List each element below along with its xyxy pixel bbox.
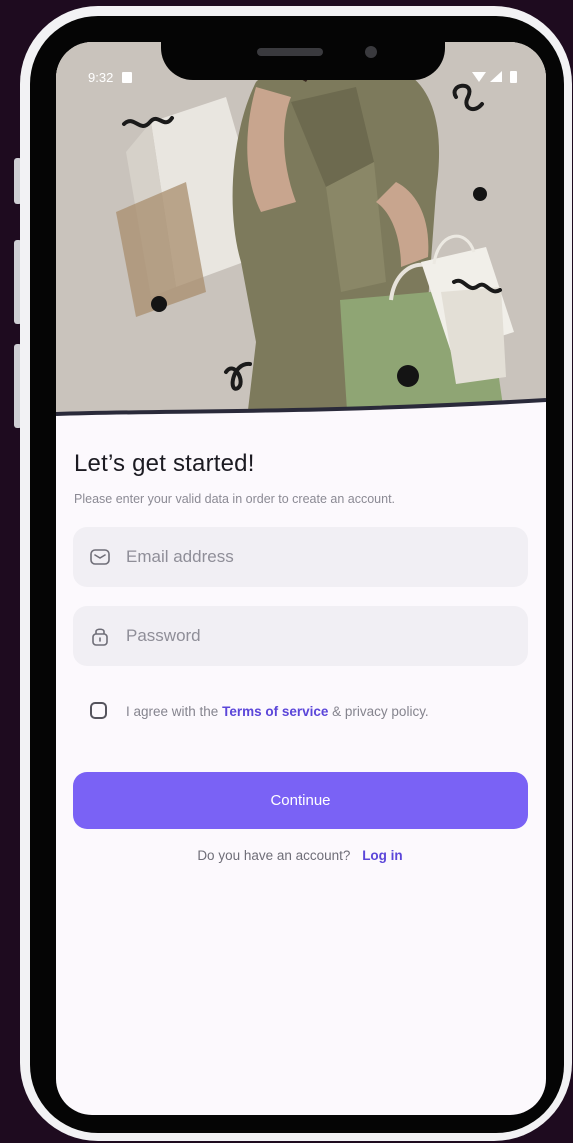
login-prompt-row: Do you have an account? Log in — [0, 848, 573, 863]
sd-card-icon — [122, 72, 132, 83]
password-placeholder: Password — [126, 626, 201, 645]
terms-checkbox[interactable] — [90, 702, 107, 719]
page-title: Let’s get started! — [74, 450, 255, 477]
terms-of-service-link[interactable]: Terms of service — [222, 704, 328, 719]
terms-suffix: & privacy policy. — [332, 704, 429, 719]
battery-icon — [510, 71, 517, 83]
email-placeholder: Email address — [126, 547, 234, 566]
continue-button[interactable]: Continue — [73, 772, 528, 829]
front-camera — [365, 46, 377, 58]
login-prompt: Do you have an account? — [197, 848, 351, 863]
wifi-icon — [472, 72, 486, 82]
email-field[interactable]: Email address — [73, 527, 528, 587]
mail-icon — [90, 549, 110, 565]
shopping-woman-illustration — [56, 42, 546, 427]
terms-text: I agree with the Terms of service & priv… — [126, 704, 429, 719]
status-time: 9:32 — [88, 70, 114, 85]
page-subtitle: Please enter your valid data in order to… — [74, 492, 396, 506]
login-link[interactable]: Log in — [362, 848, 403, 863]
lock-icon — [92, 628, 108, 646]
terms-prefix: I agree with the — [126, 704, 219, 719]
signal-icon — [490, 71, 502, 82]
notch — [161, 20, 445, 80]
hero-image — [56, 42, 546, 427]
speaker-grille — [257, 48, 323, 56]
password-field[interactable]: Password — [73, 606, 528, 666]
status-icons — [472, 71, 517, 83]
